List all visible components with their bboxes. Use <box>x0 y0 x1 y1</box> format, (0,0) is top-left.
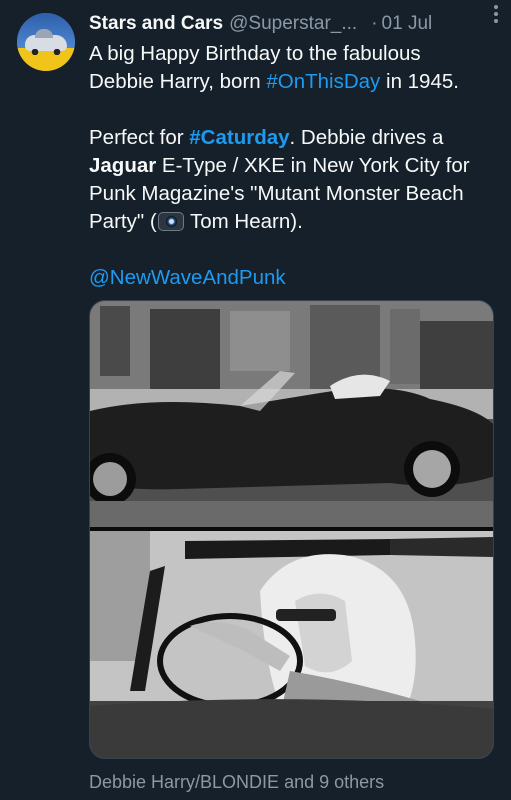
mention-link[interactable]: @NewWaveAndPunk <box>89 266 286 289</box>
tweet-header: Stars and Cars @Superstar_... · 01 Jul <box>89 10 499 38</box>
tweet-line: A big Happy Birthday to the fabulous <box>89 40 499 68</box>
tweet-line: Party" ( Tom Hearn). <box>89 208 499 236</box>
camera-icon <box>157 212 184 231</box>
tweet-line: Debbie Harry, born #OnThisDay in 1945. <box>89 68 499 96</box>
photo-debbie-driving[interactable] <box>90 531 493 758</box>
tagged-users[interactable]: Debbie Harry/BLONDIE and 9 others <box>89 772 384 793</box>
tweet-line: Jaguar E-Type / XKE in New York City for <box>89 152 499 180</box>
vintage-car-icon <box>25 29 67 55</box>
tweet-line: @NewWaveAndPunk <box>89 264 499 292</box>
tweet-line: Perfect for #Caturday. Debbie drives a <box>89 124 499 152</box>
hashtag-caturday[interactable]: #Caturday <box>189 126 289 149</box>
text-segment: A big Happy Birthday to the fabulous <box>89 42 421 65</box>
text-segment: Debbie Harry, born <box>89 70 267 93</box>
avatar[interactable] <box>17 13 75 71</box>
text-segment: Punk Magazine's "Mutant Monster Beach <box>89 182 464 205</box>
media-grid <box>89 300 494 759</box>
text-segment: Perfect for <box>89 126 190 149</box>
text-segment: E-Type / XKE in New York City for <box>156 154 470 177</box>
photo-car-street[interactable] <box>90 301 493 527</box>
bold-jaguar: Jaguar <box>89 154 157 177</box>
hashtag-onthisday[interactable]: #OnThisDay <box>266 70 380 93</box>
separator-dot: · <box>371 13 378 34</box>
display-name[interactable]: Stars and Cars <box>89 13 223 35</box>
text-segment: Party" ( <box>89 210 157 233</box>
tweet-line: Punk Magazine's "Mutant Monster Beach <box>89 180 499 208</box>
user-handle[interactable]: @Superstar_... <box>229 13 357 35</box>
tweet-body: A big Happy Birthday to the fabulous Deb… <box>89 40 499 292</box>
text-segment: in 1945. <box>380 70 459 93</box>
more-options-icon[interactable] <box>492 4 500 24</box>
car-street-drawing <box>90 301 493 527</box>
text-segment: . Debbie drives a <box>289 126 444 149</box>
driver-drawing <box>90 531 493 758</box>
text-segment: Tom Hearn). <box>184 210 303 233</box>
tweet-date[interactable]: 01 Jul <box>382 13 433 35</box>
